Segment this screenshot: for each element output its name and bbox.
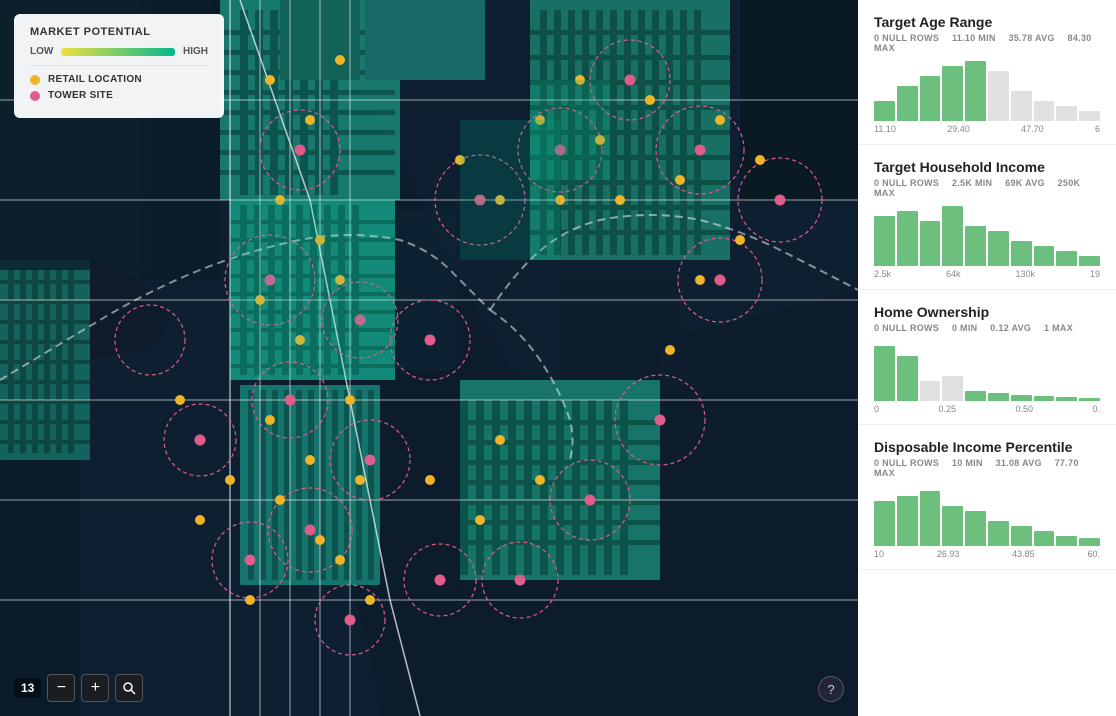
legend-retail-label: RETAIL LOCATION xyxy=(48,74,142,85)
map-controls: 13 − + xyxy=(14,674,143,702)
bar xyxy=(1011,526,1032,546)
chart-disposable-income: Disposable Income Percentile 0 NULL ROWS… xyxy=(858,425,1116,570)
bar xyxy=(965,391,986,401)
legend-gradient xyxy=(61,48,175,56)
bar xyxy=(920,381,941,401)
map-legend: MARKET POTENTIAL LOW HIGH RETAIL LOCATIO… xyxy=(14,14,224,118)
bar xyxy=(965,226,986,266)
bar xyxy=(988,393,1009,401)
bar xyxy=(1056,397,1077,401)
bar xyxy=(1056,106,1077,121)
bar xyxy=(1034,101,1055,121)
bar xyxy=(988,521,1009,546)
bar xyxy=(1011,91,1032,121)
chart-ownership-histogram xyxy=(874,341,1100,401)
chart-ownership-meta: 0 NULL ROWS 0 MIN 0.12 AVG 1 MAX xyxy=(874,323,1100,333)
bar xyxy=(897,356,918,401)
bar xyxy=(988,231,1009,266)
map-container[interactable]: MARKET POTENTIAL LOW HIGH RETAIL LOCATIO… xyxy=(0,0,858,716)
bar xyxy=(1034,531,1055,546)
legend-item-tower: TOWER SITE xyxy=(30,90,208,101)
bar xyxy=(897,496,918,546)
bar xyxy=(1034,396,1055,401)
zoom-out-button[interactable]: − xyxy=(47,674,75,702)
bar xyxy=(920,491,941,546)
bar xyxy=(874,216,895,266)
bar xyxy=(965,61,986,121)
tower-dot xyxy=(30,91,40,101)
bar xyxy=(1079,398,1100,401)
bar xyxy=(1056,536,1077,546)
bar xyxy=(988,71,1009,121)
bar xyxy=(920,221,941,266)
bar xyxy=(965,511,986,546)
bar xyxy=(942,506,963,546)
help-button[interactable]: ? xyxy=(818,676,844,702)
bar xyxy=(1011,395,1032,401)
zoom-in-button[interactable]: + xyxy=(81,674,109,702)
bar xyxy=(897,211,918,266)
chart-disposable-meta: 0 NULL ROWS 10 MIN 31.08 AVG 77.70 MAX xyxy=(874,458,1100,478)
bar xyxy=(897,86,918,121)
bar xyxy=(942,206,963,266)
bar xyxy=(874,346,895,401)
bar xyxy=(1079,538,1100,546)
bar xyxy=(1034,246,1055,266)
legend-title: MARKET POTENTIAL xyxy=(30,26,208,38)
sidebar: Target Age Range 0 NULL ROWS 11.10 MIN 3… xyxy=(858,0,1116,716)
search-icon xyxy=(122,681,136,695)
chart-age-range: Target Age Range 0 NULL ROWS 11.10 MIN 3… xyxy=(858,0,1116,145)
bar xyxy=(1079,111,1100,121)
bar xyxy=(1079,256,1100,266)
chart-disposable-histogram xyxy=(874,486,1100,546)
legend-low-label: LOW xyxy=(30,46,53,57)
chart-ownership-title: Home Ownership xyxy=(874,304,1100,320)
chart-age-title: Target Age Range xyxy=(874,14,1100,30)
chart-income-meta: 0 NULL ROWS 2.5K MIN 69K AVG 250K MAX xyxy=(874,178,1100,198)
bar xyxy=(920,76,941,121)
zoom-level-display: 13 xyxy=(14,678,41,698)
chart-income-title: Target Household Income xyxy=(874,159,1100,175)
chart-household-income: Target Household Income 0 NULL ROWS 2.5K… xyxy=(858,145,1116,290)
chart-disposable-title: Disposable Income Percentile xyxy=(874,439,1100,455)
legend-high-label: HIGH xyxy=(183,46,208,57)
bar xyxy=(1011,241,1032,266)
bar xyxy=(874,101,895,121)
chart-ownership-axis: 0 0.25 0.50 0. xyxy=(874,404,1100,414)
chart-income-histogram xyxy=(874,206,1100,266)
legend-item-retail: RETAIL LOCATION xyxy=(30,74,208,85)
search-map-button[interactable] xyxy=(115,674,143,702)
bar xyxy=(942,66,963,121)
legend-tower-label: TOWER SITE xyxy=(48,90,113,101)
chart-income-axis: 2.5k 64k 130k 19 xyxy=(874,269,1100,279)
chart-disposable-axis: 10 26.93 43.85 60. xyxy=(874,549,1100,559)
bar xyxy=(942,376,963,401)
chart-age-axis: 11.10 29.40 47.70 6 xyxy=(874,124,1100,134)
bar xyxy=(1056,251,1077,266)
legend-divider xyxy=(30,65,208,66)
chart-age-histogram xyxy=(874,61,1100,121)
retail-dot xyxy=(30,75,40,85)
chart-home-ownership: Home Ownership 0 NULL ROWS 0 MIN 0.12 AV… xyxy=(858,290,1116,425)
bar xyxy=(874,501,895,546)
chart-age-meta: 0 NULL ROWS 11.10 MIN 35.78 AVG 84.30 MA… xyxy=(874,33,1100,53)
